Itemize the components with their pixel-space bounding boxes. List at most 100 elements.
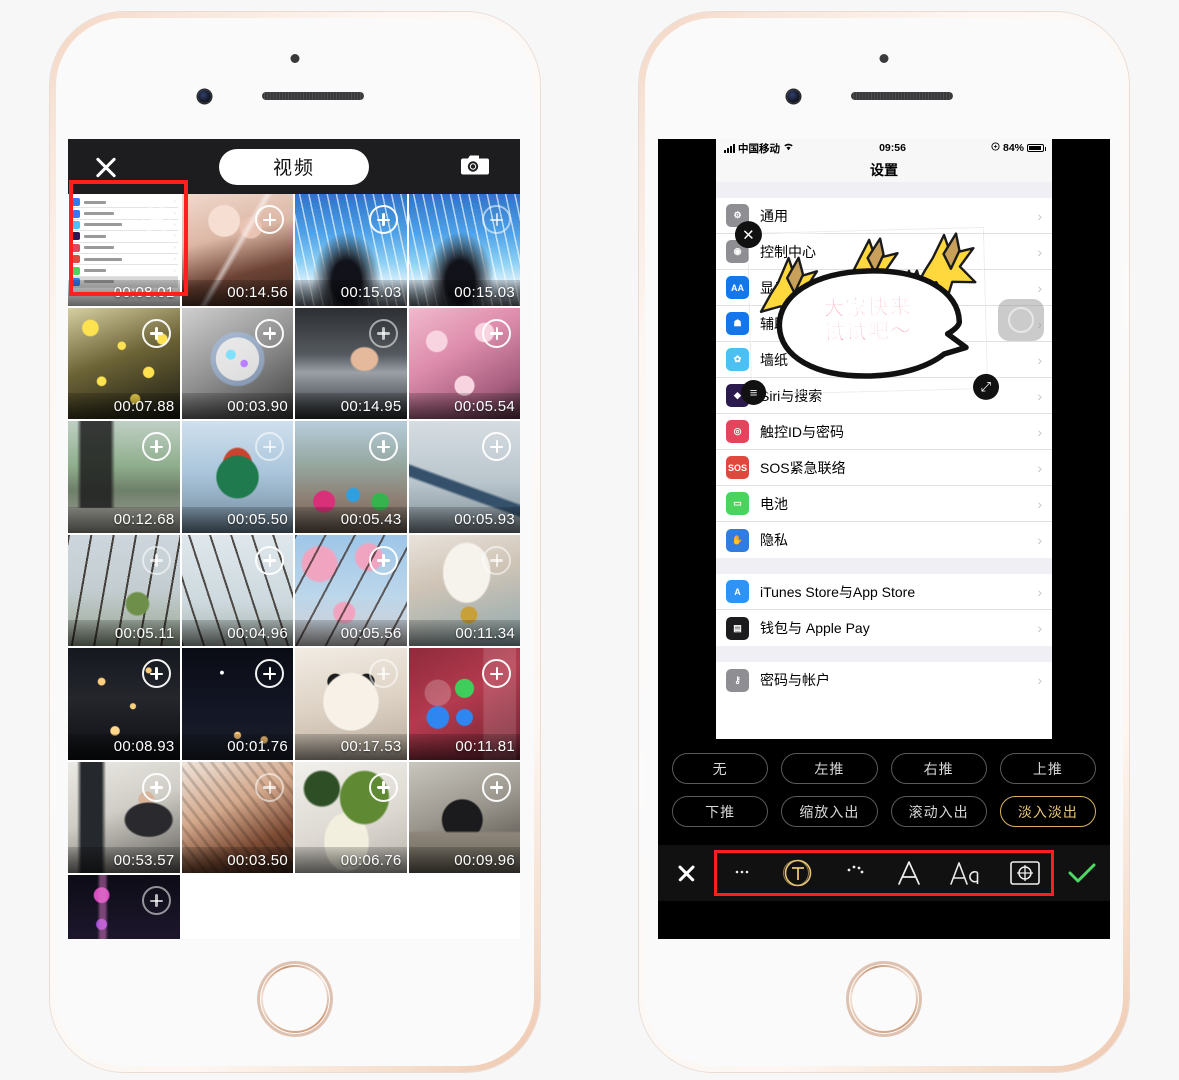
animation-preset-button[interactable]: 右推: [890, 753, 987, 784]
home-button[interactable]: [849, 964, 919, 1034]
video-thumbnail[interactable]: 00:14.95: [295, 307, 407, 419]
clip-duration: 00:08.01: [68, 279, 180, 306]
palette-icon[interactable]: [840, 860, 870, 886]
add-clip-icon[interactable]: [141, 545, 171, 575]
editor-toolbar: [658, 845, 1110, 901]
settings-row[interactable]: ⚷ 密码与帐户 ›: [716, 662, 1052, 698]
add-clip-icon[interactable]: [368, 659, 398, 688]
video-thumbnail[interactable]: 00:09.96: [408, 761, 520, 873]
confirm-button[interactable]: [1054, 861, 1110, 885]
clip-duration: 00:12.68: [68, 506, 180, 533]
video-thumbnail[interactable]: 00:08.93: [68, 648, 180, 760]
add-clip-icon[interactable]: [482, 205, 511, 234]
video-thumbnail-grid[interactable]: ››››››››00:08.01 00:14.56 00:15.03 00:15…: [68, 194, 520, 939]
add-clip-icon[interactable]: [255, 205, 284, 234]
settings-row[interactable]: ▤ 钱包与 Apple Pay ›: [716, 610, 1052, 646]
camera-icon[interactable]: [460, 152, 490, 181]
animation-preset-button[interactable]: 缩放入出: [781, 796, 878, 827]
video-thumbnail[interactable]: 00:15.03: [295, 194, 407, 306]
toolbar-icon-row[interactable]: [714, 845, 1054, 901]
add-clip-icon[interactable]: [255, 659, 284, 688]
add-clip-icon[interactable]: [255, 772, 284, 802]
video-thumbnail[interactable]: 00:05.50: [181, 421, 293, 533]
add-clip-icon[interactable]: [482, 545, 511, 575]
add-clip-icon[interactable]: [141, 886, 171, 915]
home-button[interactable]: [260, 964, 330, 1034]
sticker-object[interactable]: 大家快来 试试吧～ ✕ ≡ ⤢: [734, 220, 1000, 406]
video-thumbnail[interactable]: 00:05.11: [68, 534, 180, 646]
aa-font-icon[interactable]: [948, 859, 982, 887]
video-thumbnail[interactable]: 00:14.56: [181, 194, 293, 306]
speech-bubble-icon[interactable]: [727, 860, 757, 886]
target-frame-icon[interactable]: [1009, 860, 1041, 886]
settings-row[interactable]: ▭ 电池 ›: [716, 486, 1052, 522]
video-thumbnail[interactable]: 00:03.90: [181, 307, 293, 419]
add-clip-icon[interactable]: [368, 772, 398, 802]
settings-row[interactable]: AiTunes Store与App Store ›: [716, 574, 1052, 610]
add-clip-icon[interactable]: [255, 545, 284, 575]
video-thumbnail[interactable]: 00:12.68: [68, 421, 180, 533]
animation-preset-panel: 无左推 右推 上推 下推 缩放入出 滚动入出 淡入淡出: [658, 739, 1110, 845]
clip-duration: 00:08.93: [68, 733, 180, 760]
page-title: 视频: [219, 148, 369, 185]
video-thumbnail[interactable]: [68, 875, 180, 939]
chevron-right-icon: ›: [1037, 532, 1042, 548]
blur-overlay-blob: [998, 299, 1044, 341]
add-clip-icon[interactable]: [482, 772, 511, 802]
close-icon[interactable]: [91, 152, 121, 182]
video-thumbnail[interactable]: 00:11.34: [408, 534, 520, 646]
circled-t-text-icon[interactable]: [783, 858, 813, 888]
add-clip-icon[interactable]: [482, 318, 511, 348]
video-thumbnail[interactable]: 00:17.53: [295, 648, 407, 760]
video-thumbnail[interactable]: 00:05.54: [408, 307, 520, 419]
video-thumbnail[interactable]: 00:53.57: [68, 761, 180, 873]
chevron-right-icon: ›: [1037, 279, 1042, 296]
settings-row[interactable]: ⚙ 通用 ›: [716, 198, 1052, 234]
settings-row-label: 电池: [760, 495, 788, 512]
add-clip-icon[interactable]: [141, 772, 171, 802]
video-thumbnail[interactable]: 00:15.03: [408, 194, 520, 306]
video-thumbnail[interactable]: 00:04.96: [181, 534, 293, 646]
video-thumbnail[interactable]: 00:05.93: [408, 421, 520, 533]
animation-preset-button[interactable]: 左推: [781, 753, 878, 784]
add-clip-icon[interactable]: [141, 205, 171, 234]
animation-preset-button[interactable]: 淡入淡出: [999, 796, 1096, 827]
settings-row-label: 隐私: [760, 532, 788, 548]
video-thumbnail[interactable]: 00:06.76: [295, 761, 407, 873]
add-clip-icon[interactable]: [141, 659, 171, 688]
touchid-icon: ◎: [726, 420, 749, 443]
settings-row-label: 触控ID与密码: [760, 423, 844, 440]
animation-preset-button[interactable]: 下推: [672, 796, 769, 827]
battery-icon: [1027, 144, 1046, 152]
right-phone-screen: 中国移动 09:56 84% 设置 ⚙ 通用 › ◉ 控制中心 › AA › ☗…: [658, 139, 1110, 939]
carrier-label: 中国移动: [738, 142, 780, 155]
settings-row[interactable]: ✋ 隐私 ›: [716, 522, 1052, 558]
add-clip-icon[interactable]: [368, 432, 398, 461]
video-thumbnail[interactable]: 00:05.43: [295, 421, 407, 533]
add-clip-icon[interactable]: [368, 318, 398, 348]
settings-row[interactable]: ◎ 触控ID与密码 ›: [716, 414, 1052, 450]
editor-preview-canvas[interactable]: 中国移动 09:56 84% 设置 ⚙ 通用 › ◉ 控制中心 › AA › ☗…: [716, 139, 1052, 739]
settings-row[interactable]: SOS SOS紧急联络 ›: [716, 450, 1052, 486]
animation-preset-button[interactable]: 滚动入出: [890, 796, 987, 827]
add-clip-icon[interactable]: [141, 318, 171, 348]
video-thumbnail[interactable]: 00:05.56: [295, 534, 407, 646]
animation-preset-button[interactable]: 上推: [999, 753, 1096, 784]
video-thumbnail[interactable]: 00:11.81: [408, 648, 520, 760]
clip-duration: 00:11.81: [408, 733, 520, 760]
add-clip-icon[interactable]: [141, 432, 171, 461]
animation-row-2: 下推 缩放入出 滚动入出 淡入淡出: [672, 796, 1096, 827]
video-thumbnail[interactable]: 00:07.88: [68, 307, 180, 419]
video-thumbnail[interactable]: 00:03.50: [181, 761, 293, 873]
clip-duration: 00:06.76: [295, 847, 407, 873]
add-clip-icon[interactable]: [368, 205, 398, 234]
add-clip-icon[interactable]: [368, 545, 398, 575]
video-thumbnail[interactable]: ››››››››00:08.01: [68, 194, 180, 306]
add-clip-icon[interactable]: [482, 659, 511, 688]
video-thumbnail[interactable]: 00:01.76: [181, 648, 293, 760]
add-clip-icon[interactable]: [255, 432, 284, 461]
add-clip-icon[interactable]: [255, 318, 284, 348]
add-clip-icon[interactable]: [482, 432, 511, 461]
outline-a-icon[interactable]: [896, 859, 922, 887]
animation-preset-button[interactable]: 无: [672, 753, 769, 784]
